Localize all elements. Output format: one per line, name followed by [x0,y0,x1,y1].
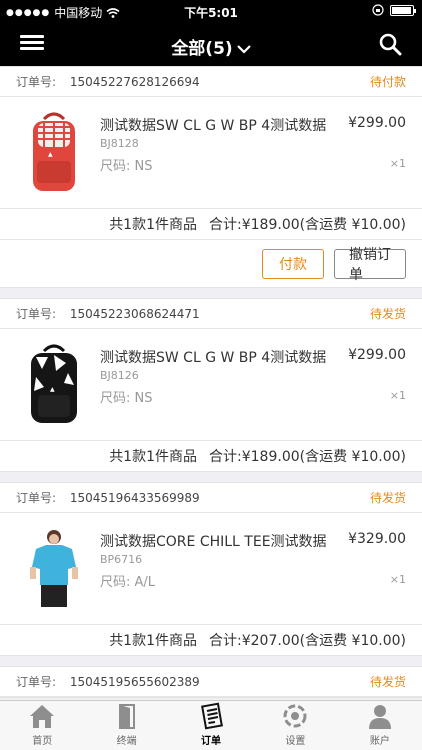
status-bar: ●●●●● 中国移动 下午5:01 [0,0,422,22]
page-title: 全部(5) [171,39,233,59]
search-button[interactable] [378,32,402,56]
order-card[interactable]: 订单号: 15045227628126694 待付款 ▲ 测试数据SW CL G… [0,66,422,288]
order-card[interactable]: 订单号: 15045196433569989 待发货 测试数据CORE CHIL… [0,482,422,656]
order-number-label: 订单号: [16,491,57,505]
size-value: NS [134,159,153,174]
product-name: 测试数据SW CL G W BP 4测试数据 [100,350,327,366]
total-value: ¥207.00(含运费 ¥10.00) [241,633,406,649]
total-label: 合计: [209,633,242,649]
product-name: 测试数据CORE CHILL TEE测试数据 [100,534,327,550]
size-value: A/L [134,575,156,590]
status-right [372,4,416,16]
order-card[interactable]: 订单号: 15045195655602389 待发货 [0,666,422,698]
tab-label: 订单 [201,736,222,747]
order-header: 订单号: 15045195655602389 待发货 [0,667,422,697]
order-number: 15045227628126694 [69,75,200,89]
battery-icon [390,4,416,16]
nav-bar: 全部(5) [0,22,422,66]
product-sku: BJ8126 [100,369,139,382]
order-summary: 共1款1件商品 合计: ¥207.00(含运费 ¥10.00) [0,625,422,655]
order-status: 待付款 [369,75,406,89]
order-icon [201,702,223,730]
pay-button[interactable]: 付款 [262,248,324,279]
status-time: 下午5:01 [184,6,238,20]
order-header: 订单号: 15045196433569989 待发货 [0,483,422,513]
product-row[interactable]: ▲ 测试数据SW CL G W BP 4测试数据 ¥299.00 BJ8126 … [0,329,422,441]
product-sku: BJ8128 [100,137,139,150]
summary-count: 共1款1件商品 [109,217,198,233]
size-label: 尺码: [100,575,131,590]
product-quantity: ×1 [389,157,406,170]
home-icon [30,705,55,728]
total-label: 合计: [209,449,242,465]
product-quantity: ×1 [389,389,406,402]
product-name: 测试数据SW CL G W BP 4测试数据 [100,118,327,134]
total-label: 合计: [209,217,242,233]
product-sku: BP6716 [100,553,143,566]
door-icon [118,704,135,729]
size-value: NS [134,391,153,406]
order-status: 待发货 [369,491,406,505]
order-number: 15045195655602389 [69,675,200,689]
product-size: 尺码: NS [100,155,153,174]
product-price: ¥299.00 [348,115,406,131]
product-size: 尺码: NS [100,387,153,406]
order-number-label: 订单号: [16,75,57,89]
tab-bar: 首页 终端 订单 设置 账户 [0,700,422,750]
order-summary: 共1款1件商品 合计: ¥189.00(含运费 ¥10.00) [0,441,422,471]
order-actions: 付款 撤销订单 [0,239,422,287]
order-number: 15045196433569989 [69,491,200,505]
person-icon [368,705,391,729]
size-label: 尺码: [100,391,131,406]
order-card[interactable]: 订单号: 15045223068624471 待发货 ▲ 测试数据SW CL G… [0,298,422,472]
total-value: ¥189.00(含运费 ¥10.00) [241,217,406,233]
settings-icon [283,704,307,728]
total-value: ¥189.00(含运费 ¥10.00) [241,449,406,465]
order-status: 待发货 [369,307,406,321]
tab-settings[interactable]: 设置 [253,701,337,750]
rotation-lock-icon [372,4,384,16]
product-row[interactable]: 测试数据CORE CHILL TEE测试数据 ¥329.00 BP6716 尺码… [0,513,422,625]
product-price: ¥299.00 [348,347,406,363]
tab-label: 账户 [369,736,390,747]
blue-tee-image [30,530,78,607]
order-number-label: 订单号: [16,675,57,689]
product-size: 尺码: A/L [100,571,155,590]
size-label: 尺码: [100,159,131,174]
summary-count: 共1款1件商品 [109,449,198,465]
order-number: 15045223068624471 [69,307,200,321]
product-row[interactable]: ▲ 测试数据SW CL G W BP 4测试数据 ¥299.00 BJ8128 … [0,97,422,209]
order-summary: 共1款1件商品 合计: ¥189.00(含运费 ¥10.00) [0,209,422,239]
tab-label: 设置 [285,736,306,747]
order-header: 订单号: 15045223068624471 待发货 [0,299,422,329]
black-backpack-image: ▲ [31,344,77,423]
tab-home[interactable]: 首页 [0,701,84,750]
order-number-label: 订单号: [16,307,57,321]
tab-orders[interactable]: 订单 [169,701,253,750]
svg-text:▲: ▲ [48,151,53,158]
tab-label: 终端 [116,736,137,747]
order-status: 待发货 [369,675,406,689]
filter-title-dropdown[interactable]: 全部(5) [0,34,422,59]
chevron-down-icon [236,42,251,58]
order-list[interactable]: 订单号: 15045227628126694 待付款 ▲ 测试数据SW CL G… [0,66,422,700]
summary-count: 共1款1件商品 [109,633,198,649]
search-icon [379,33,402,56]
product-quantity: ×1 [389,573,406,586]
tab-terminal[interactable]: 终端 [84,701,168,750]
tab-account[interactable]: 账户 [338,701,422,750]
svg-text:▲: ▲ [50,386,55,393]
cancel-order-button[interactable]: 撤销订单 [334,247,406,283]
tab-label: 首页 [32,736,53,747]
order-header: 订单号: 15045227628126694 待付款 [0,67,422,97]
red-backpack-image: ▲ [33,112,75,191]
product-price: ¥329.00 [348,531,406,547]
